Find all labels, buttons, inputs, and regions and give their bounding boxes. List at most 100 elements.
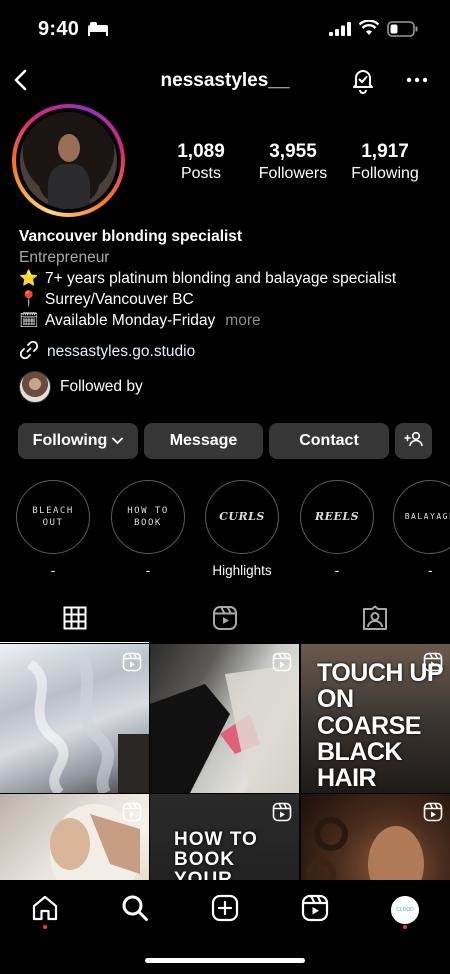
- cellular-signal-icon: [329, 22, 351, 41]
- bio-line-text: 7+ years platinum blonding and balayage …: [45, 270, 397, 287]
- followers-label: Followers: [258, 165, 328, 182]
- add-user-icon: [403, 431, 424, 452]
- nav-profile[interactable]: CLOUD: [385, 890, 425, 930]
- posts-number: 1,089: [177, 141, 225, 162]
- status-time: 9:40: [38, 18, 80, 40]
- reels-icon: [301, 894, 329, 927]
- following-count[interactable]: 1,917 Following: [347, 141, 423, 185]
- profile-username: nessastyles__: [160, 70, 290, 91]
- tab-tagged[interactable]: [300, 598, 450, 643]
- reel-indicator-icon: [122, 802, 142, 827]
- reels-icon: [212, 605, 238, 636]
- highlight-item[interactable]: BALAYAGE -: [393, 480, 450, 579]
- message-button[interactable]: Message: [144, 423, 263, 459]
- following-button[interactable]: Following: [18, 423, 138, 459]
- bio-line-text: Available Monday-Friday: [45, 312, 216, 329]
- search-icon: [121, 894, 149, 927]
- bio-name: Vancouver blonding specialist: [19, 228, 243, 245]
- bio-line-text: Surrey/Vancouver BC: [45, 291, 194, 308]
- highlight-cover-text: BLEACH OUT: [32, 506, 74, 528]
- bio-line: 📍 Surrey/Vancouver BC: [19, 289, 439, 310]
- highlight-cover-text: CURLS: [219, 510, 265, 523]
- highlight-label: -: [428, 563, 433, 578]
- home-icon: [31, 894, 59, 927]
- following-number: 1,917: [361, 141, 409, 162]
- bio-line: 🗓 Available Monday-Friday more: [19, 310, 439, 331]
- profile-avatar-icon: CLOUD: [391, 896, 419, 924]
- profile-bio: Vancouver blonding specialist Entreprene…: [19, 226, 439, 331]
- star-icon: ⭐: [19, 270, 39, 287]
- reel-indicator-icon: [272, 802, 292, 827]
- nav-create[interactable]: [205, 890, 245, 930]
- highlight-cover-text: REELS: [314, 510, 360, 523]
- link-text: nessastyles.go.studio: [47, 343, 196, 360]
- suggested-users-button[interactable]: [395, 423, 432, 459]
- grid-post[interactable]: [150, 644, 299, 793]
- battery-icon: [387, 21, 419, 42]
- nav-home[interactable]: [25, 890, 65, 930]
- posts-label: Posts: [180, 165, 221, 182]
- status-bar: 9:40: [0, 0, 450, 58]
- link-icon: [19, 340, 39, 365]
- highlight-label: -: [145, 563, 151, 578]
- profile-link[interactable]: nessastyles.go.studio: [19, 340, 196, 365]
- sleep-focus-icon: [87, 22, 109, 41]
- highlight-item[interactable]: HOW TO BOOK -: [110, 480, 186, 579]
- grid-post[interactable]: TOUCH UP ON COARSE BLACK HAIR: [301, 644, 450, 793]
- message-button-label: Message: [169, 432, 238, 449]
- bio-category: Entrepreneur: [19, 249, 110, 266]
- reel-indicator-icon: [423, 802, 443, 827]
- highlight-cover: BALAYAGE: [393, 480, 450, 554]
- highlight-cover-text: BALAYAGE: [404, 512, 450, 521]
- more-options-icon[interactable]: [405, 70, 429, 95]
- highlight-cover: BLEACH OUT: [16, 480, 90, 554]
- followers-number: 3,955: [269, 141, 317, 162]
- home-notification-dot: [43, 925, 47, 929]
- profile-avatar-label: CLOUD: [396, 907, 414, 913]
- following-label: Following: [351, 165, 419, 182]
- notification-bell-icon[interactable]: [349, 66, 377, 99]
- create-post-icon: [211, 894, 239, 927]
- bio-more-link[interactable]: more: [225, 312, 260, 329]
- mutual-follower-avatar: [19, 371, 51, 403]
- followers-count[interactable]: 3,955 Followers: [252, 141, 334, 185]
- profile-notification-dot: [403, 925, 407, 929]
- highlight-item[interactable]: CURLS Highlights: [204, 480, 280, 579]
- grid-post[interactable]: [0, 644, 149, 793]
- profile-tabs: [0, 598, 450, 643]
- reel-indicator-icon: [272, 652, 292, 677]
- tagged-icon: [362, 605, 388, 636]
- followed-by-text: Followed by: [60, 378, 143, 395]
- highlight-label: Highlights: [212, 563, 272, 578]
- tab-posts-grid[interactable]: [0, 598, 150, 643]
- nav-reels[interactable]: [295, 890, 335, 930]
- highlight-item[interactable]: BLEACH OUT -: [15, 480, 91, 579]
- grid-icon: [63, 606, 87, 635]
- home-indicator[interactable]: [145, 958, 305, 963]
- pin-icon: 📍: [19, 291, 39, 308]
- tab-reels[interactable]: [150, 598, 300, 643]
- posts-count[interactable]: 1,089 Posts: [166, 141, 236, 185]
- wifi-icon: [358, 19, 380, 41]
- profile-header: nessastyles__: [0, 58, 450, 102]
- highlight-label: -: [50, 563, 56, 578]
- profile-avatar[interactable]: [12, 104, 125, 217]
- contact-button-label: Contact: [299, 432, 359, 449]
- highlight-cover: REELS: [300, 480, 374, 554]
- reel-indicator-icon: [122, 652, 142, 677]
- highlight-label: -: [334, 563, 340, 578]
- calendar-icon: 🗓: [19, 312, 39, 329]
- nav-search[interactable]: [115, 890, 155, 930]
- highlight-cover-text: HOW TO BOOK: [127, 506, 169, 528]
- reel-indicator-icon: [423, 652, 443, 677]
- chevron-down-icon: [112, 432, 124, 450]
- following-button-label: Following: [32, 432, 108, 449]
- bio-line: ⭐ 7+ years platinum blonding and balayage…: [19, 268, 439, 289]
- contact-button[interactable]: Contact: [269, 423, 389, 459]
- highlight-cover: CURLS: [205, 480, 279, 554]
- highlight-cover: HOW TO BOOK: [111, 480, 185, 554]
- active-tab-indicator: [0, 642, 149, 643]
- followed-by-row[interactable]: Followed by: [19, 371, 143, 403]
- highlight-item[interactable]: REELS -: [299, 480, 375, 579]
- grid-post-text: TOUCH UP ON COARSE BLACK HAIR: [317, 659, 443, 792]
